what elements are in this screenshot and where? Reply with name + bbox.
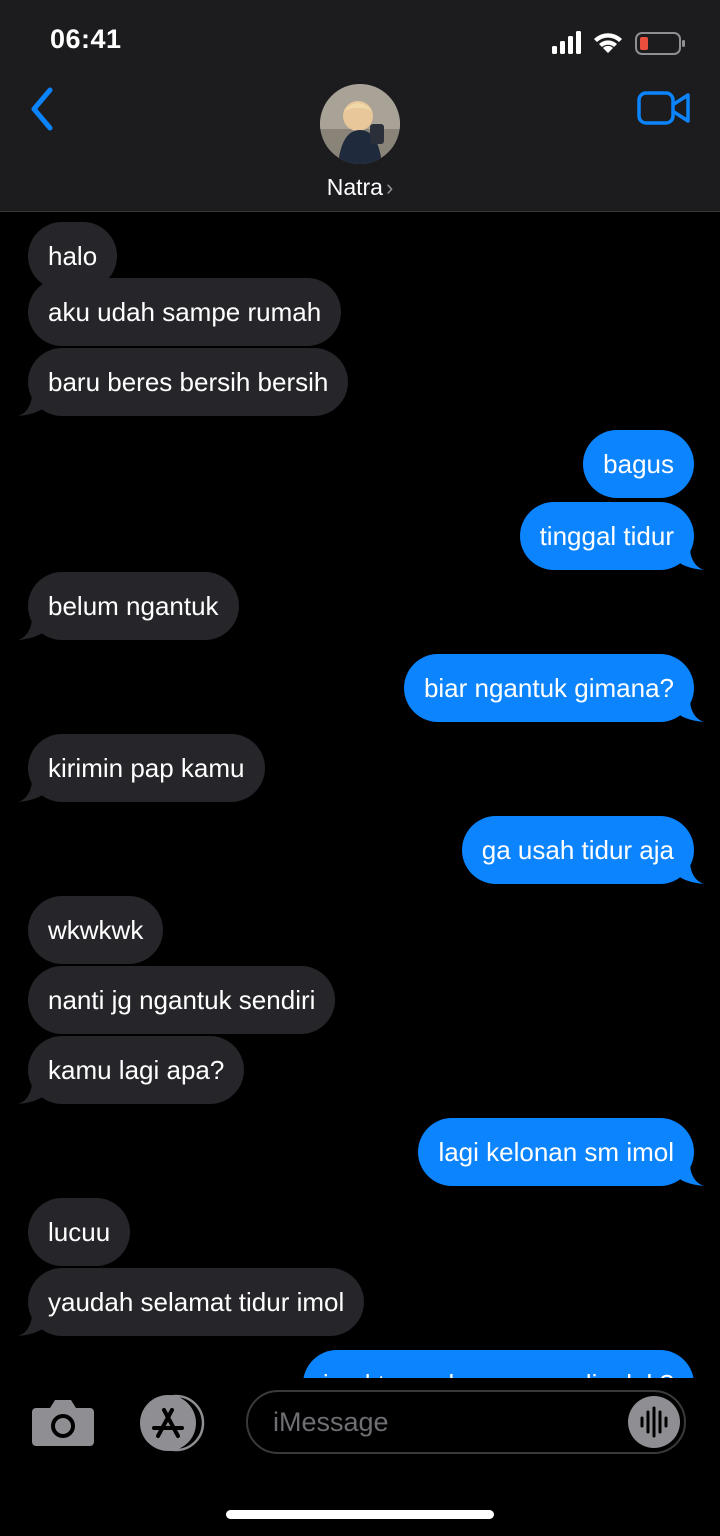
incoming-message[interactable]: belum ngantuk	[28, 572, 239, 640]
incoming-message[interactable]: kirimin pap kamu	[28, 734, 265, 802]
status-time: 06:41	[50, 24, 122, 54]
incoming-message[interactable]: kamu lagi apa?	[28, 1036, 245, 1104]
message-input[interactable]	[246, 1390, 686, 1454]
battery-icon	[635, 32, 685, 55]
avatar[interactable]	[320, 84, 400, 164]
bubble-tail	[18, 782, 48, 802]
bubble-tail	[674, 702, 704, 722]
wifi-icon	[594, 33, 622, 53]
audio-waveform-icon	[640, 1406, 668, 1438]
status-icons	[552, 31, 685, 55]
incoming-message[interactable]: nanti jg ngantuk sendiri	[28, 966, 336, 1034]
bubble-tail	[674, 1166, 704, 1186]
bubble-tail	[674, 864, 704, 884]
camera-icon[interactable]	[30, 1396, 96, 1448]
outgoing-message[interactable]: lagi kelonan sm imol	[418, 1118, 694, 1186]
audio-record-button[interactable]	[628, 1396, 680, 1448]
composer-bar	[0, 1378, 720, 1536]
video-camera-icon[interactable]	[636, 88, 692, 128]
message-thread[interactable]: halo aku udah sampe rumah baru beres ber…	[0, 212, 720, 1378]
signal-icon	[552, 31, 581, 54]
outgoing-message[interactable]: ga usah tidur aja	[461, 816, 694, 884]
outgoing-message[interactable]: bagus	[583, 430, 694, 498]
app-store-icon[interactable]	[134, 1394, 208, 1452]
bubble-tail	[18, 396, 48, 416]
outgoing-message[interactable]: imol tanya kamu mau dipeluk?	[302, 1350, 694, 1378]
conversation-header: 06:41 Natra ›	[0, 0, 720, 212]
incoming-message[interactable]: yaudah selamat tidur imol	[28, 1268, 365, 1336]
contact-name-button[interactable]: Natra ›	[0, 174, 720, 201]
back-chevron-icon[interactable]	[24, 84, 68, 134]
outgoing-message[interactable]: tinggal tidur	[519, 502, 694, 570]
bubble-tail	[674, 550, 704, 570]
home-indicator[interactable]	[226, 1510, 494, 1519]
contact-name: Natra	[326, 174, 383, 200]
chevron-right-icon: ›	[385, 175, 394, 200]
incoming-message[interactable]: wkwkwk	[28, 896, 164, 964]
outgoing-message[interactable]: biar ngantuk gimana?	[403, 654, 694, 722]
incoming-message[interactable]: lucuu	[28, 1198, 131, 1266]
bubble-tail	[18, 1084, 48, 1104]
incoming-message[interactable]: aku udah sampe rumah	[28, 278, 342, 346]
bubble-tail	[18, 1316, 48, 1336]
bubble-tail	[18, 620, 48, 640]
incoming-message[interactable]: baru beres bersih bersih	[28, 348, 349, 416]
